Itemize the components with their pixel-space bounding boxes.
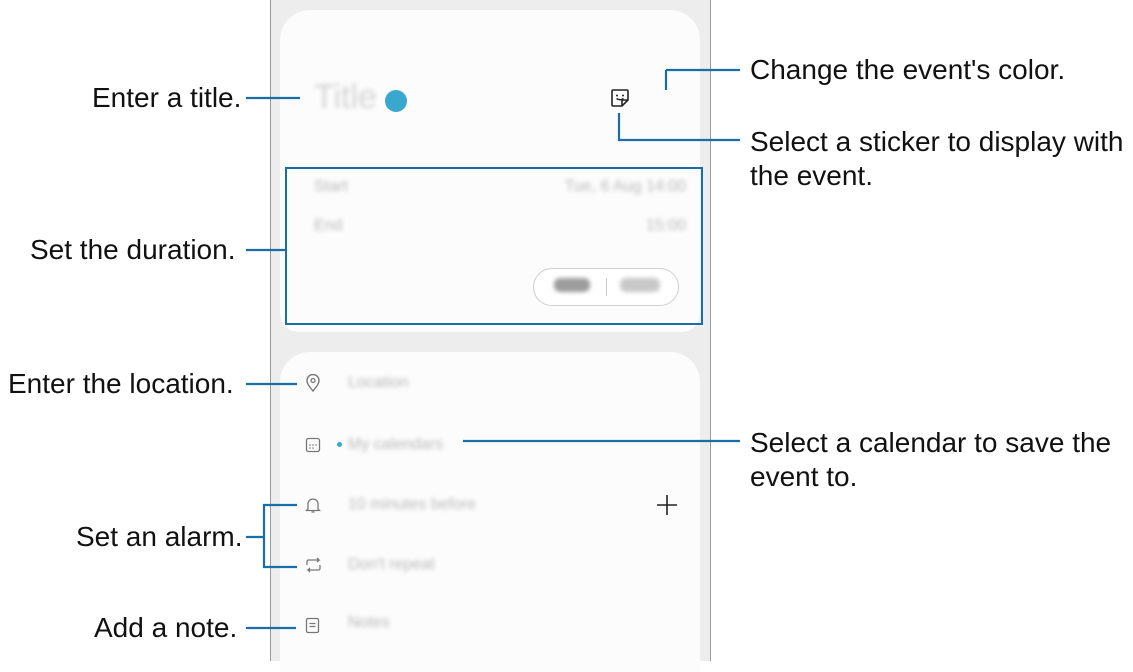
notes-icon: [305, 617, 320, 634]
calendar-color-dot: [337, 442, 342, 447]
callout-title: Enter a title.: [92, 82, 242, 113]
notes-input[interactable]: Notes: [348, 614, 390, 632]
callout-location: Enter the location.: [8, 368, 234, 399]
title-input[interactable]: Title: [314, 78, 377, 117]
duration-highlight-box: [285, 167, 703, 325]
calendar-icon: [305, 437, 321, 453]
phone-screen: Title Start Tue, 6 Aug 14:00 End 15:00 L…: [270, 0, 711, 672]
repeat-select[interactable]: Don't repeat: [348, 556, 435, 574]
sticker-icon[interactable]: [609, 87, 631, 109]
calendar-select[interactable]: My calendars: [348, 436, 443, 454]
callout-calendar: Select a calendar to save the event to.: [750, 427, 1112, 492]
event-color-picker[interactable]: [385, 90, 407, 112]
event-options-card: Location My calendars 10 minutes before …: [280, 352, 700, 672]
callout-note: Add a note.: [94, 612, 238, 643]
callout-sticker: Select a sticker to display with the eve…: [750, 126, 1124, 191]
location-pin-icon: [306, 374, 320, 392]
repeat-icon: [306, 557, 321, 573]
add-alarm-button[interactable]: [656, 494, 678, 516]
alarm-select[interactable]: 10 minutes before: [348, 496, 476, 514]
callout-color: Change the event's color.: [750, 54, 1066, 85]
alarm-bell-icon: [305, 498, 321, 513]
location-input[interactable]: Location: [348, 374, 409, 392]
callout-alarm: Set an alarm.: [76, 521, 243, 552]
callout-duration: Set the duration.: [30, 234, 236, 265]
